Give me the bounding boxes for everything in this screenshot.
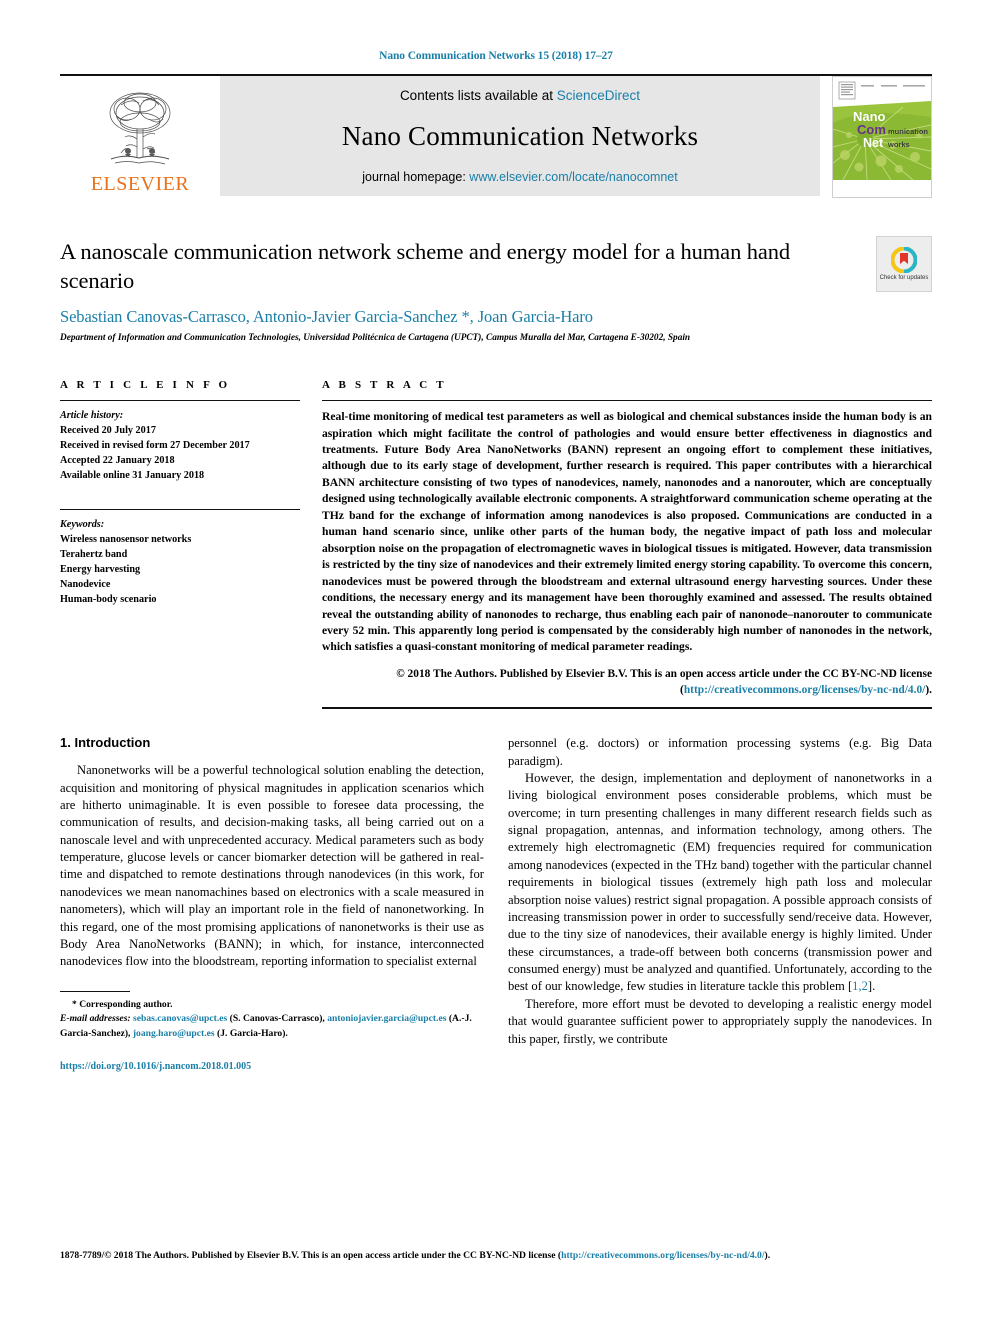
footnote-rule [60,990,130,992]
doi-link[interactable]: https://doi.org/10.1016/j.nancom.2018.01… [60,1059,484,1074]
keyword-item: Nanodevice [60,578,111,590]
doi-block: https://doi.org/10.1016/j.nancom.2018.01… [60,1059,484,1074]
intro-paragraph: Nanonetworks will be a powerful technolo… [60,763,484,969]
journal-cover-thumbnail[interactable]: Nano Com munication Net works [832,76,932,198]
history-item: Available online 31 January 2018 [60,470,205,482]
contents-available-line: Contents lists available at ScienceDirec… [400,88,640,103]
elsevier-wordmark: ELSEVIER [90,173,190,195]
svg-text:works: works [887,140,910,149]
article-info-column: A R T I C L E I N F O Article history: R… [60,379,300,709]
email-label: E-mail addresses: [60,1013,131,1025]
abstract-text: Real-time monitoring of medical test par… [322,410,932,654]
keywords-list: Keywords: Wireless nanosensor networks T… [60,510,300,608]
sciencedirect-link[interactable]: ScienceDirect [557,88,640,103]
citation-link[interactable]: 1,2 [852,979,868,993]
journal-homepage-line: journal homepage: www.elsevier.com/locat… [362,170,677,184]
article-history-label: Article history: [60,410,124,422]
intro-paragraph: However, the design, implementation and … [508,770,932,994]
email-link[interactable]: joang.haro@upct.es [133,1028,215,1039]
page-footer: 1878-7789/© 2018 The Authors. Published … [60,1249,932,1263]
paper-page: Nano Communication Networks 15 (2018) 17… [0,0,992,1323]
body-columns: 1. Introduction Nanonetworks will be a p… [60,735,932,1074]
history-item: Received in revised form 27 December 201… [60,440,250,452]
email-link[interactable]: antoniojavier.garcia@upct.es [327,1013,446,1024]
journal-title: Nano Communication Networks [341,121,699,151]
keyword-item: Energy harvesting [60,563,141,575]
crossmark-icon [891,247,917,274]
svg-text:Net: Net [863,136,884,150]
svg-text:munication: munication [888,127,928,136]
email-addresses-note: E-mail addresses: sebas.canovas@upct.es … [60,1012,484,1041]
abstract-heading: A B S T R A C T [322,379,447,392]
license-link[interactable]: http://creativecommons.org/licenses/by-n… [684,684,926,696]
journal-homepage-link[interactable]: www.elsevier.com/locate/nanocomnet [469,170,677,184]
keywords-block: Keywords: Wireless nanosensor networks T… [60,502,300,608]
page-title: A nanoscale communication network scheme… [60,239,791,293]
author-list: Sebastian Canovas-Carrasco, Antonio-Javi… [60,306,593,326]
article-history: Article history: Received 20 July 2017 R… [60,401,300,483]
right-column: personnel (e.g. doctors) or information … [508,735,932,1074]
crossmark-badge[interactable]: Check for updates [876,236,932,292]
history-item: Received 20 July 2017 [60,425,156,437]
intro-paragraph-continuation: personnel (e.g. doctors) or information … [508,736,932,768]
running-head: Nano Communication Networks 15 (2018) 17… [379,50,613,62]
keyword-item: Wireless nanosensor networks [60,533,192,545]
affiliation: Department of Information and Communicat… [60,332,691,343]
journal-band: Contents lists available at ScienceDirec… [220,76,820,196]
keywords-label: Keywords: [60,518,105,530]
elsevier-logo: ELSEVIER [60,76,220,196]
journal-masthead: ELSEVIER Contents lists available at Sci… [60,74,932,198]
section-heading-introduction: 1. Introduction [60,735,151,751]
footer-tail: ). [764,1250,771,1261]
email-link[interactable]: sebas.canovas@upct.es [133,1013,227,1024]
footer-license-link[interactable]: http://creativecommons.org/licenses/by-n… [561,1250,764,1261]
journal-cover-art: Nano Com munication Net works [833,77,931,197]
contents-prefix: Contents lists available at [399,88,557,103]
keyword-item: Terahertz band [60,548,128,560]
abstract-column: A B S T R A C T Real-time monitoring of … [322,379,932,710]
svg-text:Com: Com [857,122,886,137]
email-person: (J. Garcia-Haro). [217,1027,288,1039]
email-person: (S. Canovas-Carrasco), [229,1013,325,1025]
footer-copyright: 1878-7789/© 2018 The Authors. Published … [60,1250,562,1261]
intro-paragraph: Therefore, more effort must be devoted t… [508,996,932,1046]
crossmark-label: Check for updates [879,275,929,282]
keyword-item: Human-body scenario [60,594,157,605]
footnotes-block: * Corresponding author. E-mail addresses… [60,990,484,1074]
history-item: Accepted 22 January 2018 [60,455,175,467]
title-block: A nanoscale communication network scheme… [60,236,932,345]
homepage-prefix: journal homepage: [362,170,470,184]
elsevier-tree-icon [109,92,171,165]
corresponding-author-note: * Corresponding author. [72,998,173,1010]
abstract-copyright: © 2018 The Authors. Published by Elsevie… [322,666,932,698]
left-column: 1. Introduction Nanonetworks will be a p… [60,735,484,1074]
copyright-tail: ). [925,684,932,697]
article-info-heading: A R T I C L E I N F O [60,379,231,392]
abstract-bottom-rule [322,707,932,710]
info-abstract-section: A R T I C L E I N F O Article history: R… [60,379,932,710]
